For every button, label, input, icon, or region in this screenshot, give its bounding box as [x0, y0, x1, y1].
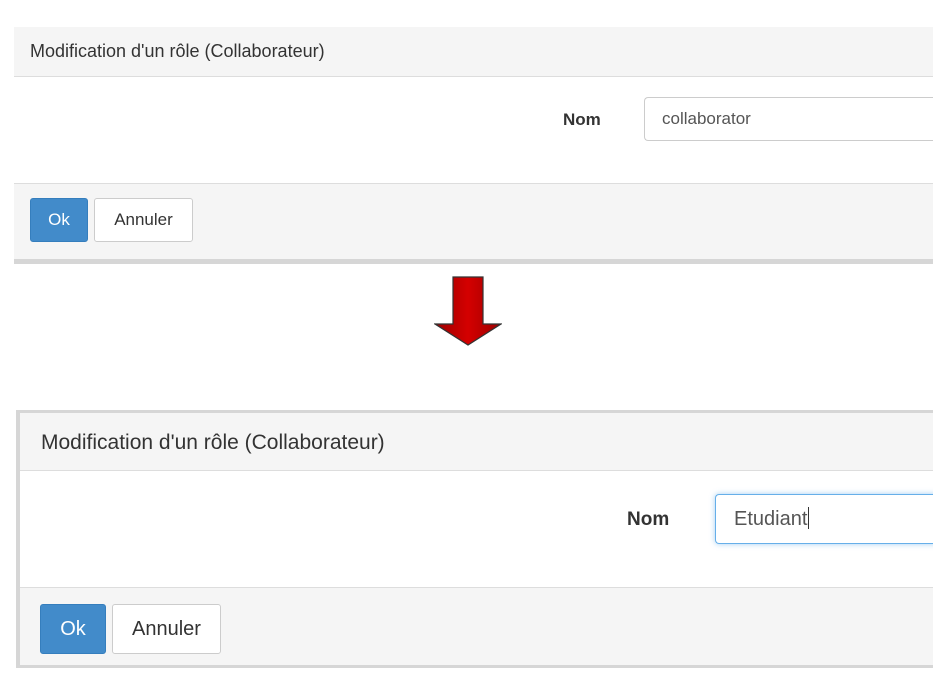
name-input[interactable]: collaborator: [644, 97, 933, 141]
panel-footer: Ok Annuler: [14, 183, 933, 260]
text-cursor: [808, 507, 810, 529]
panel-body: Nom Etudiant: [20, 471, 933, 587]
panel-header: Modification d'un rôle (Collaborateur): [14, 27, 933, 77]
role-edit-panel-after: Modification d'un rôle (Collaborateur) N…: [16, 410, 933, 668]
role-edit-panel-before: Modification d'un rôle (Collaborateur) N…: [14, 27, 933, 264]
cancel-button[interactable]: Annuler: [112, 604, 221, 654]
ok-button[interactable]: Ok: [40, 604, 106, 654]
panel-bottom-border: [14, 259, 933, 264]
screenshot-stage: Modification d'un rôle (Collaborateur) N…: [0, 0, 933, 687]
panel-footer: Ok Annuler: [20, 587, 933, 665]
name-input-value: Etudiant: [734, 508, 808, 530]
panel-title: Modification d'un rôle (Collaborateur): [30, 41, 325, 61]
cancel-button[interactable]: Annuler: [94, 198, 193, 242]
down-arrow-icon: [434, 276, 502, 346]
name-input-focused[interactable]: Etudiant: [715, 494, 933, 544]
panel-title: Modification d'un rôle (Collaborateur): [41, 431, 385, 454]
panel-body: Nom collaborator: [14, 77, 933, 182]
panel-header: Modification d'un rôle (Collaborateur): [20, 413, 933, 471]
name-label: Nom: [627, 509, 670, 530]
name-label: Nom: [563, 110, 601, 129]
ok-button[interactable]: Ok: [30, 198, 88, 242]
